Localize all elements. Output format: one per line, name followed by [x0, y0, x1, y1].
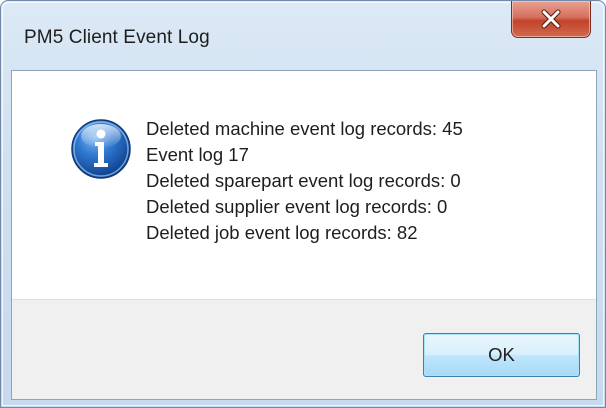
- message-line: Event log 17: [146, 144, 249, 165]
- close-button[interactable]: [511, 1, 591, 38]
- ok-button[interactable]: OK: [423, 333, 580, 377]
- message-line: Deleted machine event log records: 45: [146, 118, 463, 139]
- message-line: Deleted job event log records: 82: [146, 222, 418, 243]
- dialog-content: Deleted machine event log records: 45 Ev…: [11, 70, 597, 400]
- message-line: Deleted sparepart event log records: 0: [146, 170, 461, 191]
- button-bar: OK: [12, 299, 596, 399]
- message-list: Deleted machine event log records: 45 Ev…: [146, 116, 463, 246]
- dialog-window: PM5 Client Event Log Deleted machine eve…: [0, 0, 606, 408]
- window-title: PM5 Client Event Log: [24, 27, 210, 48]
- close-icon: [540, 9, 562, 29]
- information-icon: [69, 117, 133, 181]
- message-line: Deleted supplier event log records: 0: [146, 196, 448, 217]
